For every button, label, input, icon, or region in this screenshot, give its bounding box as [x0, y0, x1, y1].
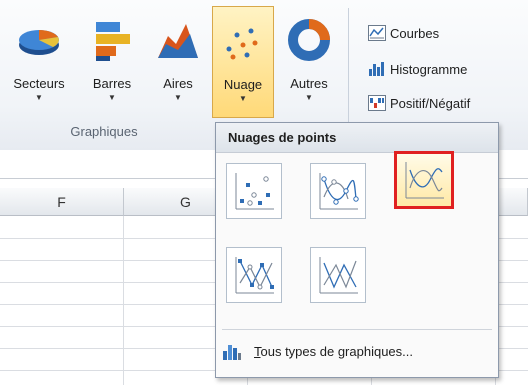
chevron-down-icon: ▼: [35, 93, 43, 102]
nuage-button[interactable]: Nuage ▼: [212, 6, 274, 118]
win-loss-sparkline-icon: [368, 95, 386, 111]
all-chart-types-item[interactable]: Tous types de graphiques...: [222, 337, 492, 365]
histogramme-button[interactable]: Histogramme: [368, 58, 467, 80]
autres-button[interactable]: Autres ▼: [278, 6, 340, 118]
scatter-markers-icon: [235, 173, 274, 210]
secteurs-button[interactable]: Secteurs ▼: [2, 6, 76, 118]
nuage-label: Nuage: [223, 77, 263, 92]
chevron-down-icon: ▼: [108, 93, 116, 102]
scatter-straight-markers-icon: [235, 257, 274, 294]
dropdown-header: Nuages de points: [216, 123, 498, 153]
scatter-smooth-lines-option[interactable]: [394, 151, 454, 209]
autres-label: Autres: [290, 76, 328, 91]
graphiques-group-label: Graphiques: [70, 124, 138, 139]
scatter-dropdown: Nuages de points Tous types de graphique…: [215, 122, 499, 378]
col-line: [123, 216, 124, 385]
scatter-smooth-lines-icon: [405, 162, 444, 199]
scatter-markers-option[interactable]: [226, 163, 282, 219]
courbes-label: Courbes: [390, 25, 440, 41]
scatter-smooth-markers-option[interactable]: [310, 163, 366, 219]
scatter-straight-lines-option[interactable]: [310, 247, 366, 303]
aires-button[interactable]: Aires ▼: [148, 6, 208, 118]
pie-chart-icon: [19, 30, 59, 55]
chevron-down-icon: ▼: [305, 93, 313, 102]
secteurs-label: Secteurs: [13, 76, 65, 91]
scatter-straight-lines-icon: [319, 257, 358, 294]
area-chart-icon: [158, 24, 198, 58]
positif-negatif-button[interactable]: Positif/Négatif: [368, 92, 470, 114]
aires-label: Aires: [163, 76, 193, 91]
chevron-down-icon: ▼: [239, 94, 247, 103]
scatter-chart-icon: [226, 28, 258, 60]
selected-tile-inner: [397, 154, 451, 206]
courbes-button[interactable]: Courbes: [368, 22, 439, 44]
bar-chart-icon: [96, 22, 130, 61]
dropdown-separator: [222, 329, 492, 330]
histogramme-label: Histogramme: [390, 61, 468, 77]
all-chart-types-label: Tous types de graphiques...: [254, 344, 413, 359]
line-sparkline-icon: [368, 25, 386, 41]
positif-negatif-label: Positif/Négatif: [390, 95, 471, 111]
scatter-straight-markers-option[interactable]: [226, 247, 282, 303]
column-sparkline-icon: [369, 62, 384, 76]
donut-chart-icon: [288, 19, 330, 61]
barres-button[interactable]: Barres ▼: [80, 6, 144, 118]
all-chart-types-icon: [223, 345, 241, 360]
scatter-smooth-markers-icon: [319, 173, 359, 210]
barres-label: Barres: [92, 76, 132, 91]
all-chart-types-text: ous types de graphiques...: [260, 343, 414, 359]
chevron-down-icon: ▼: [174, 93, 182, 102]
column-header-f[interactable]: F: [0, 188, 124, 216]
